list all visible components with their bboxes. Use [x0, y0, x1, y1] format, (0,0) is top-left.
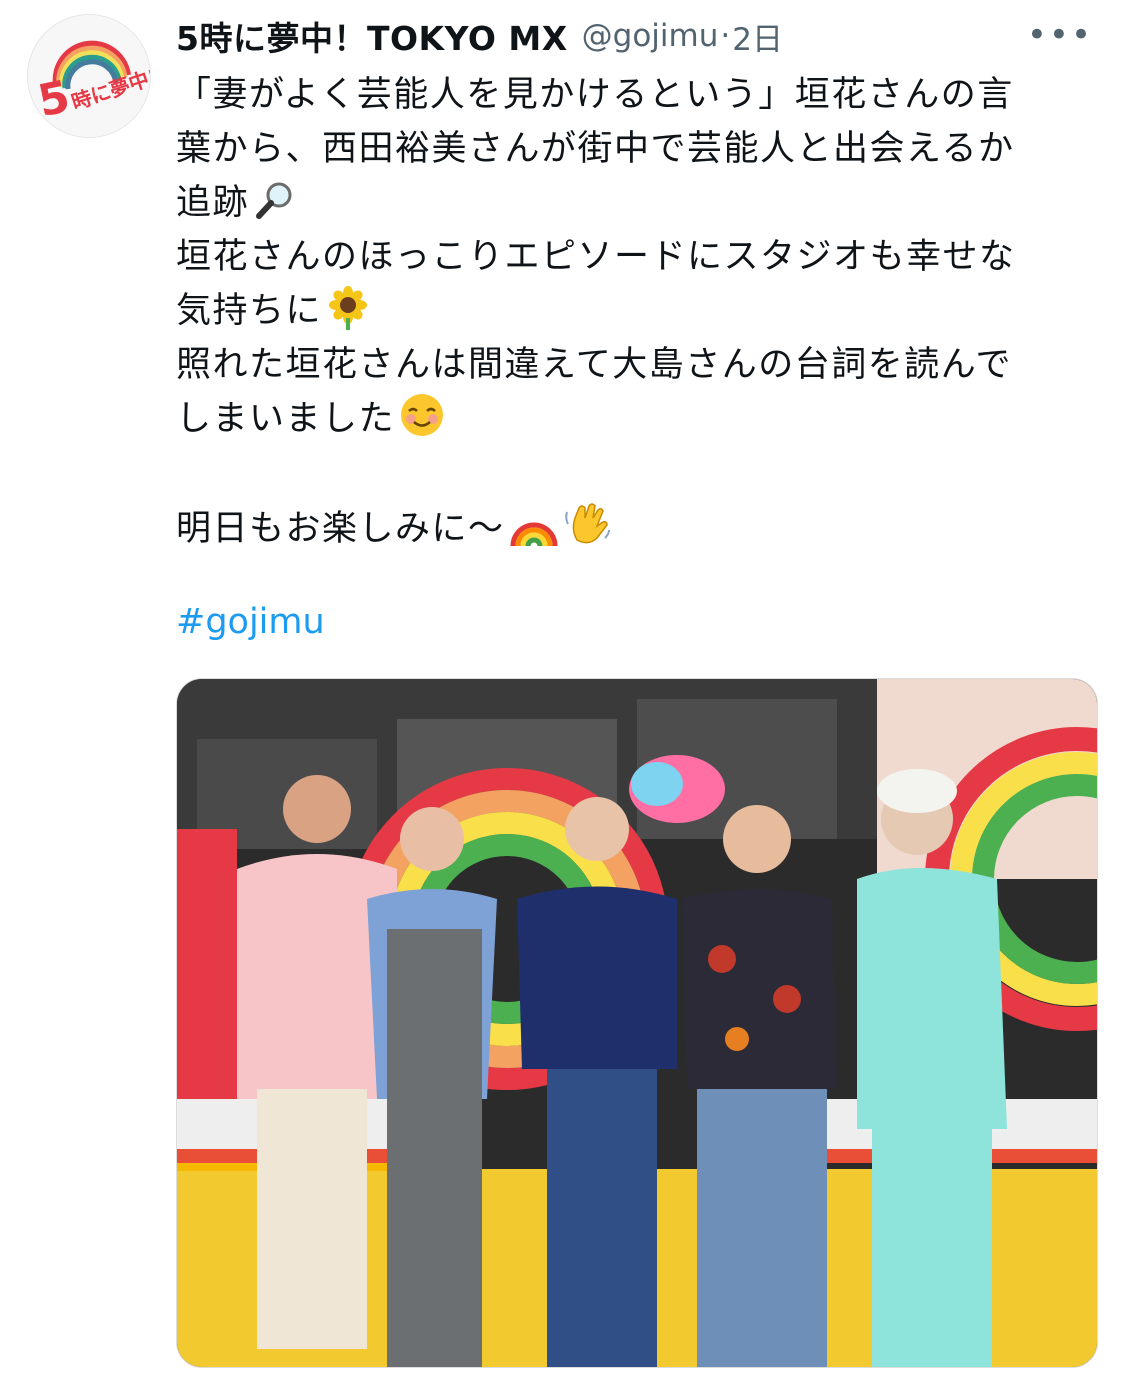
tweet-line: 明日もお楽しみに〜 [176, 509, 505, 549]
rainbow-emoji [509, 502, 559, 564]
magnifier-emoji [253, 178, 297, 238]
user-handle[interactable]: @gojimu [582, 18, 719, 54]
more-icon[interactable]: ••• [1027, 18, 1093, 52]
tweet-line: 葉から、西田裕美さんが街中で芸能人と出会えるか [176, 129, 1015, 169]
tweet-line: 追跡 [176, 183, 250, 223]
studio-photo [177, 679, 1097, 1367]
tweet-line: 照れた垣花さんは間違えて大島さんの台詞を読んで [176, 345, 1013, 385]
avatar[interactable]: 5 時に夢中! [27, 14, 151, 138]
tweet-line: しまいました [176, 399, 396, 439]
tweet-text: 「妻がよく芸能人を見かけるという」垣花さんの言 葉から、西田裕美さんが街中で芸能… [176, 68, 1091, 554]
tweet-photo[interactable] [176, 678, 1098, 1368]
tweet-line: 「妻がよく芸能人を見かけるという」垣花さんの言 [176, 75, 1014, 115]
waving-hand-emoji [563, 500, 613, 564]
display-name[interactable]: 5時に夢中！TOKYO MX [176, 12, 568, 60]
tweet-line: 垣花さんのほっこりエピソードにスタジオも幸せな [176, 237, 1016, 277]
hashtag-link[interactable]: #gojimu [176, 602, 325, 642]
timestamp[interactable]: 2日 [732, 14, 783, 59]
tweet-header: 5時に夢中！TOKYO MX @gojimu · 2日 [176, 14, 783, 58]
tweet-line: 気持ちに [176, 291, 323, 331]
program-logo: 5 時に夢中! [28, 15, 150, 137]
separator: · [720, 18, 731, 54]
sunflower-emoji [326, 286, 370, 346]
smiling-face-emoji [399, 392, 445, 454]
